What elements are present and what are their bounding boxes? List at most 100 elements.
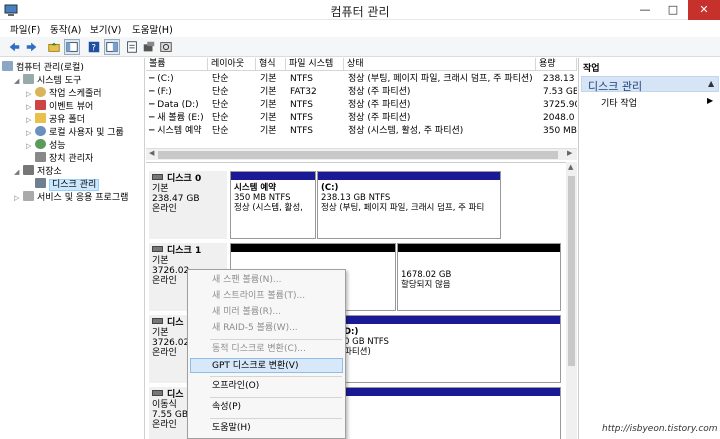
menu-item-convert-gpt[interactable]: GPT 디스크로 변환(V) (190, 358, 343, 373)
tree-item-event-viewer[interactable]: ▷ 이벤트 뷰어 (26, 99, 93, 112)
scrollbar-thumb[interactable] (568, 176, 575, 366)
scroll-left-icon[interactable]: ◀ (149, 149, 154, 157)
actions-pane: 작업 디스크 관리 ▲ 기타 작업 ▶ (578, 58, 720, 439)
actions-header: 작업 (583, 64, 600, 74)
disk-icon (152, 318, 163, 324)
maximize-button[interactable]: □ (660, 0, 686, 20)
partition-disk1-unallocated-b[interactable]: 1678.02 GB 할당되지 않음 (397, 243, 561, 311)
back-arrow-icon[interactable] (6, 39, 22, 55)
clock-icon (35, 87, 46, 97)
scrollbar-thumb[interactable] (158, 151, 558, 159)
partition-c[interactable]: (C:) 238.13 GB NTFS 정상 (부팅, 페이지 파일, 크래시 … (317, 171, 501, 239)
menu-item-new-raid5-volume[interactable]: 새 RAID-5 볼륨(W)... (188, 321, 345, 336)
menu-file[interactable]: 파일(F) (10, 22, 40, 36)
tree-item-performance[interactable]: ▷ 성능 (26, 138, 66, 151)
scroll-right-icon[interactable]: ▶ (567, 149, 572, 157)
volume-list: 볼륨 레이아웃 형식 파일 시스템 상태 용량 ━ (C:) 단순 기본 NTF… (146, 58, 577, 148)
menu-item-new-mirrored-volume[interactable]: 새 미러 볼륨(R)... (188, 305, 345, 320)
partition-system-reserved[interactable]: 시스템 예약 350 MB NTFS 정상 (시스템, 활성, (230, 171, 316, 239)
navigation-tree: 컴퓨터 관리(로컬) ◢ 시스템 도구 ▷ 작업 스케줄러 ▷ 이벤트 뷰어 ▷ 공유 … (0, 58, 145, 439)
disk-icon (152, 174, 163, 180)
column-header-type[interactable]: 형식 (256, 58, 286, 71)
show-tree-icon[interactable] (64, 39, 80, 55)
storage-icon (23, 165, 34, 175)
column-header-layout[interactable]: 레이아웃 (208, 58, 256, 71)
collapse-up-icon[interactable]: ▲ (708, 79, 714, 88)
menu-bar: 파일(F) 동작(A) 보기(V) 도움말(H) (0, 20, 720, 37)
scroll-up-icon[interactable]: ▲ (568, 163, 573, 171)
disk-management-icon (35, 178, 46, 188)
table-row[interactable]: ━ (C:) 단순 기본 NTFS 정상 (부팅, 페이지 파일, 크래시 덤프… (146, 73, 577, 85)
help-icon[interactable]: ? (86, 39, 102, 55)
disk-settings-icon[interactable] (141, 39, 157, 55)
context-menu: 새 스팬 볼륨(N)... 새 스트라이프 볼륨(T)... 새 미러 볼륨(R… (187, 269, 346, 439)
tree-item-root[interactable]: 컴퓨터 관리(로컬) (2, 60, 84, 73)
forward-arrow-icon[interactable] (24, 39, 40, 55)
refresh-disk-icon[interactable] (158, 39, 174, 55)
collapse-arrow-icon[interactable]: ◢ (14, 77, 23, 85)
vertical-scrollbar[interactable]: ▲ (566, 162, 577, 439)
horizontal-scrollbar[interactable]: ◀ ▶ (146, 148, 577, 160)
table-row[interactable]: ━ 새 볼륨 (E:) 단순 기본 NTFS 정상 (주 파티션) 2048.0 (146, 112, 577, 124)
minimize-button[interactable]: — (632, 0, 658, 20)
tree-item-disk-management[interactable]: 디스크 관리 (35, 177, 100, 191)
expand-arrow-icon[interactable]: ▷ (26, 90, 35, 98)
tree-item-storage[interactable]: ◢ 저장소 (14, 164, 62, 177)
up-folder-icon[interactable] (46, 39, 62, 55)
table-row[interactable]: ━ Data (D:) 단순 기본 NTFS 정상 (주 파티션) 3725.9… (146, 99, 577, 111)
actions-section-disk-management[interactable]: 디스크 관리 ▲ (581, 76, 719, 93)
menu-separator (210, 397, 342, 398)
properties-icon[interactable] (124, 39, 140, 55)
menu-item-help[interactable]: 도움말(H) (188, 421, 345, 436)
tree-item-system-tools[interactable]: ◢ 시스템 도구 (14, 73, 81, 86)
menu-item-offline[interactable]: 오프라인(O) (188, 379, 345, 394)
view-pane-icon[interactable] (104, 39, 120, 55)
disk-0-info[interactable]: 디스크 0 기본 238.47 GB 온라인 (149, 171, 227, 239)
column-header-status[interactable]: 상태 (344, 58, 536, 71)
column-header-filesystem[interactable]: 파일 시스템 (286, 58, 344, 71)
tools-icon (23, 74, 34, 84)
window-title: 컴퓨터 관리 (330, 5, 390, 19)
menu-item-new-striped-volume[interactable]: 새 스트라이프 볼륨(T)... (188, 289, 345, 304)
device-manager-icon (35, 152, 46, 162)
menu-separator (210, 376, 342, 377)
menu-help[interactable]: 도움말(H) (132, 22, 173, 36)
tree-item-task-scheduler[interactable]: ▷ 작업 스케줄러 (26, 86, 102, 99)
expand-arrow-icon[interactable]: ▷ (26, 103, 35, 111)
event-viewer-icon (35, 100, 46, 110)
menu-separator (210, 339, 342, 340)
title-bar: 컴퓨터 관리 — □ ✕ (0, 0, 720, 20)
menu-separator (210, 418, 342, 419)
submenu-arrow-icon: ▶ (707, 96, 714, 105)
more-actions-item[interactable]: 기타 작업 ▶ (601, 96, 713, 109)
collapse-arrow-icon[interactable]: ◢ (14, 168, 23, 176)
expand-arrow-icon[interactable]: ▷ (14, 194, 23, 202)
watermark: http://isbyeon.tistory.com (602, 424, 718, 434)
disk-icon (152, 246, 163, 252)
table-row[interactable]: ━ 시스템 예약 단순 기본 NTFS 정상 (시스템, 활성, 주 파티션) … (146, 125, 577, 137)
column-header-capacity[interactable]: 용량 (536, 58, 577, 71)
expand-arrow-icon[interactable]: ▷ (26, 116, 35, 124)
tree-item-device-manager[interactable]: 장치 관리자 (35, 151, 93, 164)
toolbar: ? (0, 37, 720, 57)
menu-item-convert-dynamic[interactable]: 동적 디스크로 변환(C)... (188, 342, 345, 357)
menu-action[interactable]: 동작(A) (50, 22, 81, 36)
column-header-volume[interactable]: 볼륨 (146, 58, 208, 71)
expand-arrow-icon[interactable]: ▷ (26, 129, 35, 137)
disk-icon (152, 390, 163, 396)
menu-item-new-spanned-volume[interactable]: 새 스팬 볼륨(N)... (188, 273, 345, 288)
performance-icon (35, 139, 46, 149)
services-icon (23, 191, 34, 201)
computer-icon (2, 61, 13, 71)
close-button[interactable]: ✕ (688, 0, 720, 20)
menu-view[interactable]: 보기(V) (90, 22, 121, 36)
tree-item-shared-folders[interactable]: ▷ 공유 폴더 (26, 112, 85, 125)
tree-item-services-apps[interactable]: ▷ 서비스 및 응용 프로그램 (14, 190, 128, 203)
table-row[interactable]: ━ (F:) 단순 기본 FAT32 정상 (주 파티션) 7.53 GB (146, 86, 577, 98)
expand-arrow-icon[interactable]: ▷ (26, 142, 35, 150)
svg-text:?: ? (91, 44, 96, 54)
menu-item-properties[interactable]: 속성(P) (188, 400, 345, 415)
users-icon (35, 126, 46, 136)
tree-item-local-users[interactable]: ▷ 로컬 사용자 및 그룹 (26, 125, 124, 138)
shared-folder-icon (35, 113, 46, 123)
